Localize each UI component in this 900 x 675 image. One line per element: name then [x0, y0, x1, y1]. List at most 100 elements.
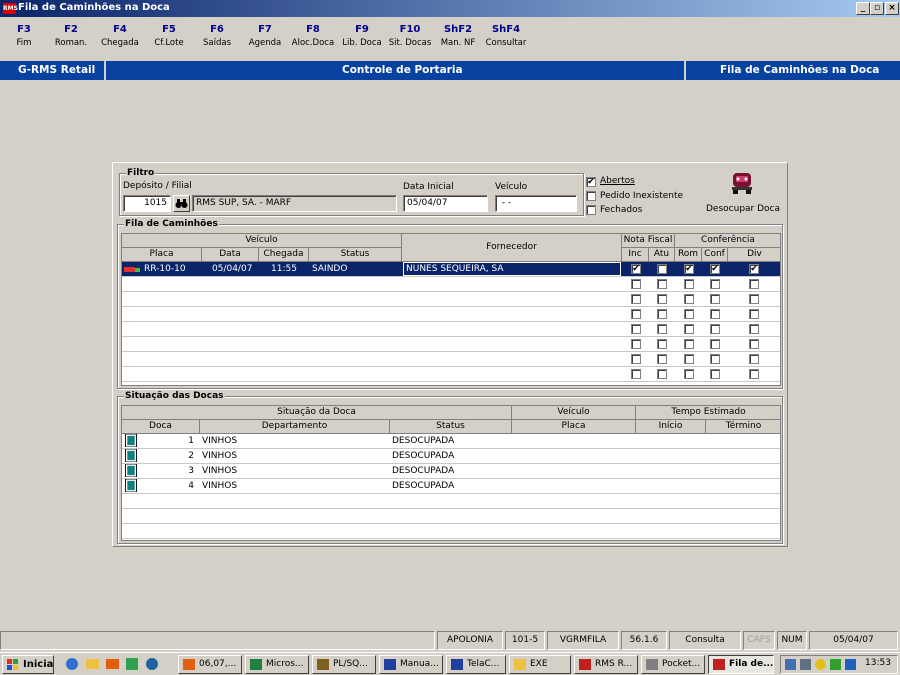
- fechados-label[interactable]: Fechados: [600, 205, 642, 215]
- div-checkbox[interactable]: [749, 294, 759, 304]
- inc-checkbox[interactable]: [631, 369, 641, 379]
- col-conf[interactable]: Conf: [702, 248, 728, 262]
- atu-checkbox[interactable]: [657, 309, 667, 319]
- maximize-button[interactable]: ▫: [870, 2, 884, 15]
- toad-icon[interactable]: [106, 659, 119, 669]
- inc-checkbox[interactable]: [631, 339, 641, 349]
- table-row[interactable]: [122, 292, 780, 307]
- col-inicio[interactable]: Início: [636, 420, 706, 434]
- fkey-agenda[interactable]: F7 Agenda: [241, 24, 289, 48]
- col-placa[interactable]: Placa: [122, 248, 202, 262]
- fkey-lib-doca[interactable]: F9 Lib. Doca: [338, 24, 386, 48]
- folder-icon[interactable]: [86, 659, 99, 669]
- fkey-chegada[interactable]: F4 Chegada: [96, 24, 144, 48]
- col-status[interactable]: Status: [309, 248, 402, 262]
- table-row[interactable]: [122, 352, 780, 367]
- rom-checkbox[interactable]: [684, 294, 694, 304]
- task-item[interactable]: Manua...: [379, 655, 443, 674]
- task-item[interactable]: EXE: [509, 655, 571, 674]
- deposito-code-input[interactable]: 1015: [123, 195, 171, 212]
- atu-checkbox[interactable]: [657, 354, 667, 364]
- conf-checkbox[interactable]: [710, 309, 720, 319]
- table-row[interactable]: 3 VINHOS DESOCUPADA: [122, 464, 780, 479]
- col-termino[interactable]: Término: [706, 420, 780, 434]
- veiculo-input[interactable]: - -: [495, 195, 577, 212]
- app-icon-4[interactable]: [126, 658, 138, 670]
- conf-checkbox[interactable]: ✔: [710, 264, 720, 274]
- table-row[interactable]: [122, 322, 780, 337]
- desocupar-doca-button[interactable]: Desocupar Doca: [703, 167, 783, 217]
- task-item[interactable]: Micros...: [245, 655, 309, 674]
- fkey-aloc-doca[interactable]: F8 Aloc.Doca: [289, 24, 337, 48]
- conf-checkbox[interactable]: [710, 369, 720, 379]
- div-checkbox[interactable]: [749, 324, 759, 334]
- rom-checkbox[interactable]: [684, 339, 694, 349]
- table-row[interactable]: [122, 367, 780, 382]
- div-checkbox[interactable]: [749, 354, 759, 364]
- inc-checkbox[interactable]: ✔: [631, 264, 641, 274]
- pedido-inexistente-checkbox[interactable]: [586, 191, 596, 201]
- rom-checkbox[interactable]: [684, 279, 694, 289]
- conf-checkbox[interactable]: [710, 279, 720, 289]
- conf-checkbox[interactable]: [710, 354, 720, 364]
- col-rom[interactable]: Rom: [675, 248, 702, 262]
- table-row[interactable]: 1 VINHOS DESOCUPADA: [122, 434, 780, 449]
- conf-checkbox[interactable]: [710, 324, 720, 334]
- table-row[interactable]: [122, 307, 780, 322]
- col-placa-doca[interactable]: Placa: [512, 420, 636, 434]
- abertos-label[interactable]: Abertos: [600, 176, 635, 186]
- atu-checkbox[interactable]: [657, 339, 667, 349]
- app-icon-5[interactable]: [146, 658, 158, 670]
- atu-checkbox[interactable]: [657, 264, 667, 274]
- col-chegada[interactable]: Chegada: [259, 248, 309, 262]
- table-row[interactable]: [122, 337, 780, 352]
- fkey-roman[interactable]: F2 Roman.: [47, 24, 95, 48]
- col-doca[interactable]: Doca: [122, 420, 200, 434]
- cell-fornecedor[interactable]: NUNES SEQUEIRA, SA: [403, 262, 621, 276]
- fkey-man-nf[interactable]: ShF2 Man. NF: [434, 24, 482, 48]
- fkey-saidas[interactable]: F6 Saídas: [193, 24, 241, 48]
- task-item[interactable]: Pocket...: [641, 655, 705, 674]
- fkey-consultar[interactable]: ShF4 Consultar: [482, 24, 530, 48]
- minimize-button[interactable]: _: [856, 2, 870, 15]
- messenger-icon[interactable]: [830, 659, 841, 670]
- col-div[interactable]: Div: [728, 248, 780, 262]
- col-atu[interactable]: Atu: [649, 248, 675, 262]
- fkey-cflote[interactable]: F5 Cf.Lote: [145, 24, 193, 48]
- inc-checkbox[interactable]: [631, 294, 641, 304]
- atu-checkbox[interactable]: [657, 369, 667, 379]
- volume-icon[interactable]: [800, 659, 811, 670]
- conf-checkbox[interactable]: [710, 339, 720, 349]
- ie-icon[interactable]: [66, 658, 78, 670]
- table-row[interactable]: [122, 277, 780, 292]
- rom-checkbox[interactable]: [684, 354, 694, 364]
- div-checkbox[interactable]: [749, 339, 759, 349]
- calendar-icon[interactable]: [845, 659, 856, 670]
- table-row[interactable]: 4 VINHOS DESOCUPADA: [122, 479, 780, 494]
- abertos-checkbox[interactable]: ✔: [586, 177, 596, 187]
- div-checkbox[interactable]: [749, 369, 759, 379]
- div-checkbox[interactable]: [749, 309, 759, 319]
- inc-checkbox[interactable]: [631, 279, 641, 289]
- div-checkbox[interactable]: ✔: [749, 264, 759, 274]
- col-fornecedor[interactable]: Fornecedor: [402, 234, 622, 262]
- inc-checkbox[interactable]: [631, 309, 641, 319]
- conf-checkbox[interactable]: [710, 294, 720, 304]
- col-status-doca[interactable]: Status: [390, 420, 512, 434]
- task-item[interactable]: PL/SQ...: [312, 655, 376, 674]
- atu-checkbox[interactable]: [657, 279, 667, 289]
- start-button[interactable]: Iniciar: [2, 655, 54, 674]
- task-item[interactable]: RMS R...: [574, 655, 638, 674]
- rom-checkbox[interactable]: [684, 324, 694, 334]
- task-item[interactable]: 06,07,...: [178, 655, 242, 674]
- close-button[interactable]: ×: [885, 2, 899, 15]
- data-inicial-input[interactable]: 05/04/07: [403, 195, 488, 212]
- task-item[interactable]: TelaC...: [446, 655, 506, 674]
- rom-checkbox[interactable]: [684, 309, 694, 319]
- atu-checkbox[interactable]: [657, 294, 667, 304]
- binoculars-icon[interactable]: [173, 195, 190, 212]
- fechados-checkbox[interactable]: [586, 205, 596, 215]
- div-checkbox[interactable]: [749, 279, 759, 289]
- table-row[interactable]: 2 VINHOS DESOCUPADA: [122, 449, 780, 464]
- fkey-sit-docas[interactable]: F10 Sit. Docas: [386, 24, 434, 48]
